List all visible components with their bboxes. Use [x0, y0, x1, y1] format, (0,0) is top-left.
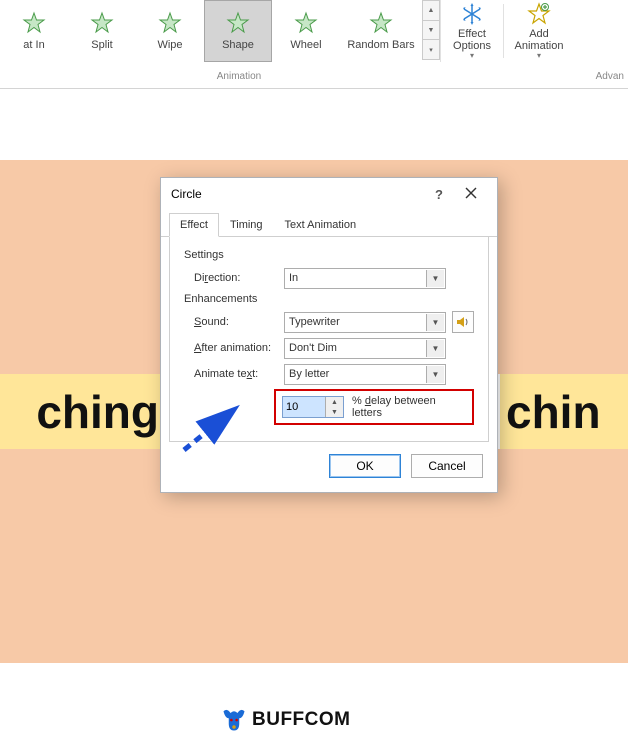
- anim-split[interactable]: Split: [68, 0, 136, 62]
- tab-timing[interactable]: Timing: [219, 213, 274, 237]
- tab-text-animation[interactable]: Text Animation: [274, 213, 368, 237]
- highlight-box: ▲▼ % delay between letters: [274, 389, 474, 425]
- watermark-logo: BUFFCOM: [220, 706, 350, 734]
- slide-text-right: chin: [500, 374, 628, 449]
- chevron-down-icon: ▼: [426, 270, 444, 287]
- animate-text-combo[interactable]: By letter ▼: [284, 364, 446, 385]
- scroll-up-icon[interactable]: ▲: [423, 1, 439, 21]
- anim-shape[interactable]: Shape: [204, 0, 272, 62]
- anim-wheel[interactable]: Wheel: [272, 0, 340, 62]
- anim-float-in[interactable]: at In: [0, 0, 68, 62]
- help-button[interactable]: ?: [423, 187, 455, 202]
- direction-combo[interactable]: In ▼: [284, 268, 446, 289]
- anim-random-bars[interactable]: Random Bars: [340, 0, 422, 62]
- after-animation-combo[interactable]: Don't Dim ▼: [284, 338, 446, 359]
- gallery-more-icon[interactable]: ▾: [423, 40, 439, 59]
- speaker-icon: [456, 315, 470, 329]
- chevron-down-icon: ▼: [426, 314, 444, 331]
- animate-text-label: Animate text:: [194, 368, 284, 380]
- group-label-animation: Animation: [0, 66, 478, 88]
- delay-label: % delay between letters: [352, 395, 466, 419]
- ribbon: at In Split Wipe Shape Wheel Random Bars: [0, 0, 628, 88]
- spin-down-icon[interactable]: ▼: [326, 407, 343, 417]
- dialog-tabs: Effect Timing Text Animation: [161, 212, 497, 237]
- effect-options-icon: [460, 2, 484, 26]
- slide-text-left: ching: [0, 374, 165, 449]
- chevron-down-icon: ▾: [470, 52, 474, 61]
- sound-combo[interactable]: Typewriter ▼: [284, 312, 446, 333]
- chevron-down-icon: ▾: [537, 52, 541, 61]
- add-animation-icon: [527, 2, 551, 26]
- direction-label: Direction:: [194, 272, 284, 284]
- ok-button[interactable]: OK: [329, 454, 401, 478]
- tab-effect[interactable]: Effect: [169, 213, 219, 237]
- sound-preview-button[interactable]: [452, 311, 474, 333]
- section-enhancements: Enhancements: [184, 293, 474, 305]
- callout-arrow-icon: [178, 398, 248, 458]
- group-label-advanced: Advan: [542, 66, 628, 88]
- cancel-button[interactable]: Cancel: [411, 454, 483, 478]
- scroll-down-icon[interactable]: ▼: [423, 21, 439, 41]
- delay-input[interactable]: [283, 397, 325, 417]
- dialog-titlebar[interactable]: Circle ?: [161, 178, 497, 210]
- bull-icon: [220, 706, 248, 734]
- chevron-down-icon: ▼: [426, 340, 444, 357]
- effect-options-button[interactable]: Effect Options ▾: [441, 0, 503, 62]
- close-button[interactable]: [455, 187, 487, 202]
- gallery-scroller[interactable]: ▲ ▼ ▾: [422, 0, 440, 60]
- section-settings: Settings: [184, 249, 474, 261]
- dialog-title: Circle: [171, 187, 202, 201]
- delay-spinner[interactable]: ▲▼: [282, 396, 344, 418]
- sound-label: Sound:: [194, 316, 284, 328]
- close-icon: [465, 187, 477, 199]
- chevron-down-icon: ▼: [426, 366, 444, 383]
- after-animation-label: After animation:: [194, 342, 284, 354]
- animation-gallery: at In Split Wipe Shape Wheel Random Bars: [0, 0, 441, 62]
- add-animation-button[interactable]: Add Animation ▾: [504, 0, 574, 62]
- spin-up-icon[interactable]: ▲: [326, 397, 343, 407]
- anim-wipe[interactable]: Wipe: [136, 0, 204, 62]
